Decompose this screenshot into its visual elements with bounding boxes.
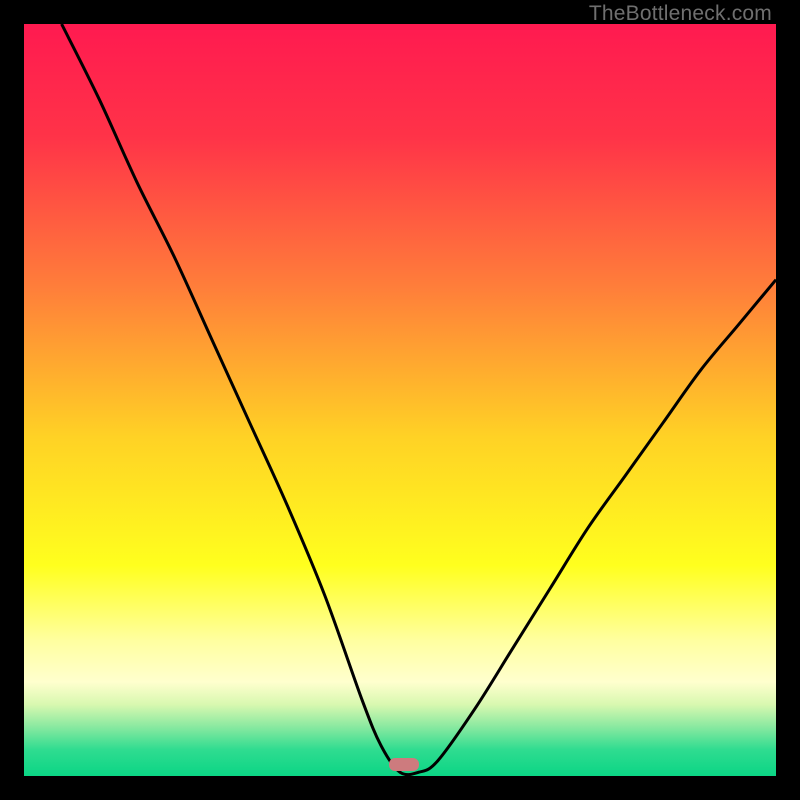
watermark-label: TheBottleneck.com: [589, 2, 772, 26]
gradient-background: [24, 24, 776, 776]
optimal-point-marker: [389, 758, 419, 771]
bottleneck-plot: [24, 24, 776, 776]
chart-frame: [24, 24, 776, 776]
